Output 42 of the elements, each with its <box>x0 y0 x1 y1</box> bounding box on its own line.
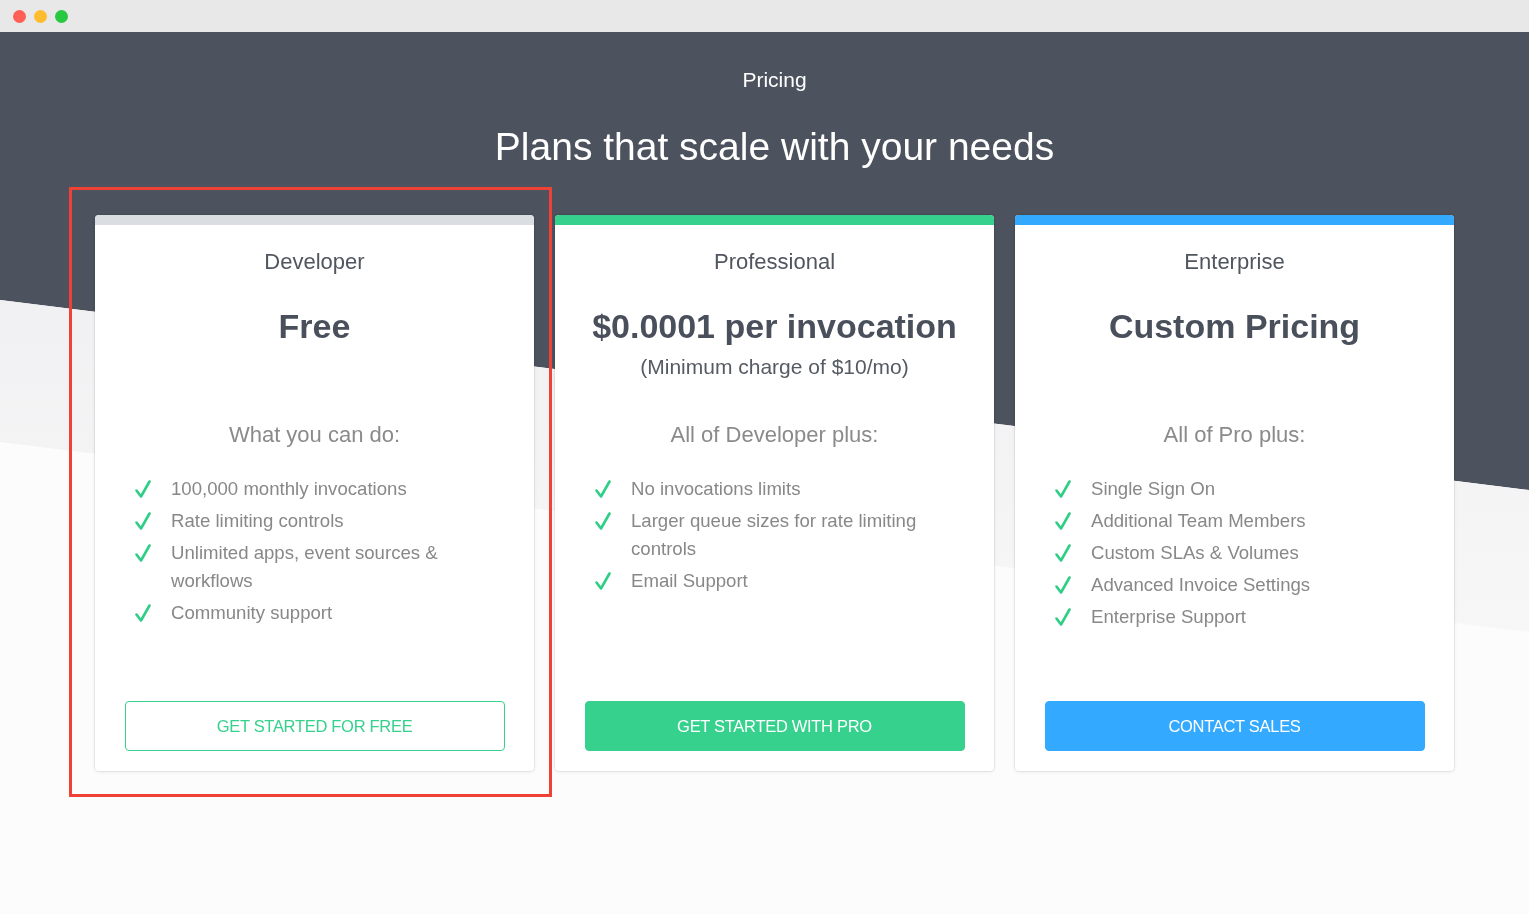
feature-text: Email Support <box>631 569 748 593</box>
plan-price: Custom Pricing <box>1108 306 1361 347</box>
features-heading: What you can do: <box>228 421 401 449</box>
cta-button[interactable]: GET STARTED WITH PRO <box>584 701 965 751</box>
feature-text: Additional Team Members <box>1091 509 1306 533</box>
check-icon <box>1055 480 1071 498</box>
feature-text: Larger queue sizes for rate limiting controls <box>631 509 918 561</box>
check-icon <box>1055 512 1071 530</box>
feature-text: Single Sign On <box>1091 477 1216 501</box>
check-icon <box>1055 544 1071 562</box>
check-icon <box>595 480 611 498</box>
check-icon <box>595 512 611 530</box>
feature-text: Enterprise Support <box>1091 605 1247 629</box>
cta-button[interactable]: GET STARTED FOR FREE <box>124 701 505 751</box>
window-control-icon[interactable] <box>55 9 68 23</box>
feature-text: Community support <box>171 601 333 625</box>
window-control-icon[interactable] <box>34 9 47 23</box>
page-title: Plans that scale with your needs <box>494 124 1055 170</box>
feature-text: No invocations limits <box>631 477 801 501</box>
check-icon <box>135 512 151 530</box>
cta-button[interactable]: CONTACT SALES <box>1044 701 1425 751</box>
feature-text: Rate limiting controls <box>171 509 344 533</box>
feature-text: Advanced Invoice Settings <box>1091 573 1311 597</box>
plan-name: Professional <box>713 248 836 276</box>
check-icon <box>1055 608 1071 626</box>
plan-price: $0.0001 per invocation <box>592 306 957 347</box>
check-icon <box>135 544 151 562</box>
check-icon <box>595 572 611 590</box>
price-note: (Minimum charge of $10/mo) <box>640 354 909 380</box>
plan-name: Developer <box>264 248 365 276</box>
check-icon <box>135 480 151 498</box>
features-heading: All of Pro plus: <box>1163 421 1306 449</box>
feature-text: 100,000 monthly invocations <box>171 477 407 501</box>
feature-text: Custom SLAs & Volumes <box>1091 541 1299 565</box>
feature-text: Unlimited apps, event sources & workflows <box>171 541 439 593</box>
features-heading: All of Developer plus: <box>670 421 879 449</box>
plan-name: Enterprise <box>1184 248 1285 276</box>
check-icon <box>1055 576 1071 594</box>
plan-price: Free <box>278 306 351 347</box>
window-control-icon[interactable] <box>13 9 26 23</box>
check-icon <box>135 604 151 622</box>
section-label: Pricing <box>742 67 807 93</box>
